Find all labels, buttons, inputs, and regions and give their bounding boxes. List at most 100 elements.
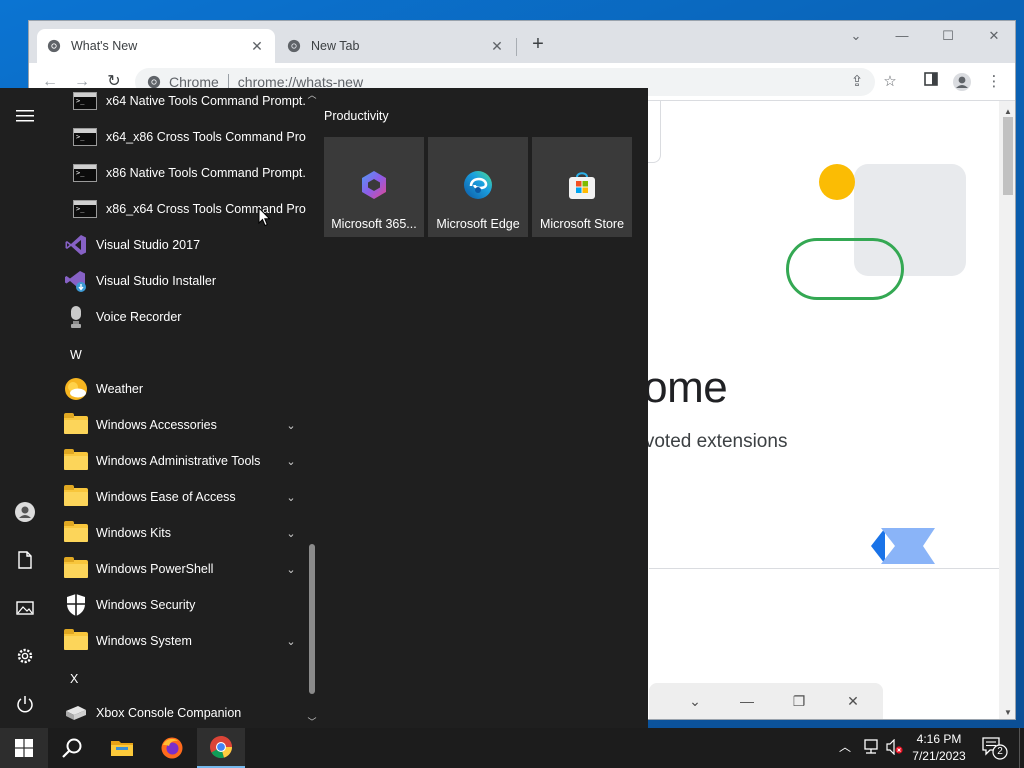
list-item[interactable]: x64_x86 Cross Tools Command Pro... bbox=[50, 119, 306, 155]
scroll-up-arrow-icon[interactable]: ▲ bbox=[999, 107, 1015, 116]
mouse-pointer-icon bbox=[258, 207, 271, 227]
weather-icon bbox=[63, 376, 89, 402]
list-item[interactable]: Visual Studio Installer bbox=[50, 263, 306, 299]
shield-icon bbox=[63, 592, 89, 618]
app-label: Windows Security bbox=[96, 598, 196, 612]
volume-muted-icon[interactable] bbox=[886, 738, 904, 758]
tile-group-title[interactable]: Productivity bbox=[324, 109, 389, 123]
user-account-icon[interactable] bbox=[11, 498, 39, 526]
tile-label: Microsoft Edge bbox=[436, 217, 520, 231]
app-label: x86 Native Tools Command Prompt... bbox=[106, 166, 306, 180]
xbox-console-icon bbox=[63, 700, 89, 726]
chevron-down-icon[interactable]: ⌄ bbox=[284, 563, 298, 576]
chevron-down-icon[interactable]: ⌄ bbox=[284, 635, 298, 648]
pictures-icon[interactable] bbox=[11, 594, 39, 622]
list-item[interactable]: x86 Native Tools Command Prompt... bbox=[50, 155, 306, 191]
list-item[interactable]: Windows Administrative Tools ⌄ bbox=[50, 443, 306, 479]
tab-close-icon[interactable]: ✕ bbox=[249, 38, 265, 55]
power-icon[interactable] bbox=[11, 690, 39, 718]
letter-header-x[interactable]: X bbox=[70, 672, 78, 686]
list-item[interactable]: Windows PowerShell ⌄ bbox=[50, 551, 306, 587]
start-rail bbox=[0, 88, 50, 728]
chevron-down-icon[interactable]: ⌄ bbox=[685, 693, 705, 711]
page-scrollbar[interactable]: ▲ ▼ bbox=[999, 101, 1015, 719]
search-button[interactable] bbox=[48, 728, 96, 768]
tile-label: Microsoft 365... bbox=[331, 217, 417, 231]
start-menu: x64 Native Tools Command Prompt... x64_x… bbox=[0, 88, 648, 728]
tab-search-chevron-icon[interactable]: ⌄ bbox=[841, 25, 871, 47]
share-icon[interactable]: ⇪ bbox=[847, 72, 867, 92]
folder-icon bbox=[63, 556, 89, 582]
chevron-down-icon[interactable]: ﹀ bbox=[306, 715, 318, 728]
app-label: x64_x86 Cross Tools Command Pro... bbox=[106, 130, 306, 144]
chrome-button[interactable] bbox=[197, 728, 245, 768]
letter-header-w[interactable]: W bbox=[70, 348, 82, 362]
tab-strip: What's New ✕ New Tab ✕ + ⌄ — ☐ ✕ bbox=[29, 21, 1015, 63]
chevron-down-icon[interactable]: ⌄ bbox=[284, 527, 298, 540]
taskbar: ︿ 4:16 PM 7/21/2023 2 bbox=[0, 728, 1024, 768]
maximize-button[interactable]: ☐ bbox=[933, 25, 963, 47]
kebab-menu-icon[interactable]: ⋮ bbox=[984, 72, 1004, 92]
cmd-icon bbox=[72, 160, 98, 186]
chevron-up-icon[interactable]: ︿ bbox=[306, 88, 318, 101]
tab-new-tab[interactable]: New Tab ✕ bbox=[277, 29, 515, 63]
scroll-down-arrow-icon[interactable]: ▼ bbox=[999, 708, 1015, 717]
action-center-button[interactable]: 2 bbox=[980, 736, 1008, 760]
close-icon[interactable]: ✕ bbox=[843, 693, 863, 711]
list-item[interactable]: Voice Recorder bbox=[50, 299, 306, 335]
system-clock[interactable]: 4:16 PM 7/21/2023 bbox=[906, 731, 972, 765]
list-item[interactable]: Windows Ease of Access ⌄ bbox=[50, 479, 306, 515]
chevron-down-icon[interactable]: ⌄ bbox=[284, 419, 298, 432]
tile-microsoft-edge[interactable]: Microsoft Edge bbox=[428, 137, 528, 237]
start-button[interactable] bbox=[0, 728, 48, 768]
app-label: Visual Studio Installer bbox=[96, 274, 216, 288]
chevron-down-icon[interactable]: ⌄ bbox=[284, 491, 298, 504]
minimize-button[interactable]: — bbox=[887, 25, 917, 47]
windows-logo-icon bbox=[15, 739, 33, 757]
tile-microsoft-365[interactable]: Microsoft 365... bbox=[324, 137, 424, 237]
restore-icon[interactable]: ❐ bbox=[789, 693, 809, 711]
profile-avatar-icon[interactable] bbox=[952, 72, 972, 92]
clock-date: 7/21/2023 bbox=[912, 749, 966, 763]
network-icon[interactable] bbox=[862, 739, 880, 758]
list-item[interactable]: Weather bbox=[50, 371, 306, 407]
app-label: Windows PowerShell bbox=[96, 562, 214, 576]
chrome-icon bbox=[210, 736, 233, 759]
tab-separator bbox=[516, 38, 517, 56]
cmd-icon bbox=[72, 196, 98, 222]
list-item[interactable]: x64 Native Tools Command Prompt... bbox=[50, 88, 306, 119]
visual-studio-icon bbox=[63, 232, 89, 258]
list-item[interactable]: Windows Kits ⌄ bbox=[50, 515, 306, 551]
scrollbar-thumb[interactable] bbox=[1003, 117, 1013, 195]
illustration-yellow-circle bbox=[819, 164, 855, 200]
bookmark-star-icon[interactable]: ☆ bbox=[880, 72, 900, 92]
microphone-icon bbox=[63, 304, 89, 330]
app-list-scrollbar[interactable]: ︿ ﹀ bbox=[306, 88, 318, 728]
scrollbar-thumb[interactable] bbox=[309, 544, 315, 694]
settings-gear-icon[interactable] bbox=[11, 642, 39, 670]
list-item[interactable]: Windows System ⌄ bbox=[50, 623, 306, 659]
list-item[interactable]: Windows Security bbox=[50, 587, 306, 623]
tile-microsoft-store[interactable]: Microsoft Store bbox=[532, 137, 632, 237]
documents-icon[interactable] bbox=[11, 546, 39, 574]
close-button[interactable]: ✕ bbox=[979, 25, 1009, 47]
hamburger-menu-icon[interactable] bbox=[11, 102, 39, 130]
firefox-button[interactable] bbox=[148, 728, 196, 768]
list-item[interactable]: Visual Studio 2017 bbox=[50, 227, 306, 263]
side-panel-icon[interactable] bbox=[921, 72, 941, 92]
tab-whats-new[interactable]: What's New ✕ bbox=[37, 29, 275, 63]
tab-close-icon[interactable]: ✕ bbox=[489, 38, 505, 55]
show-desktop-button[interactable] bbox=[1019, 728, 1024, 768]
list-item[interactable]: Xbox Console Companion bbox=[50, 695, 306, 728]
list-item[interactable]: Windows Accessories ⌄ bbox=[50, 407, 306, 443]
tray-chevron-up-icon[interactable]: ︿ bbox=[839, 738, 851, 755]
file-explorer-button[interactable] bbox=[98, 728, 146, 768]
tab-title: What's New bbox=[71, 39, 138, 53]
chrome-favicon-icon bbox=[287, 39, 301, 53]
new-tab-button[interactable]: + bbox=[527, 34, 549, 56]
app-label: Visual Studio 2017 bbox=[96, 238, 201, 252]
illustration-green-pill bbox=[786, 238, 904, 300]
search-icon bbox=[62, 738, 82, 758]
minimize-icon[interactable]: — bbox=[737, 693, 757, 711]
chevron-down-icon[interactable]: ⌄ bbox=[284, 455, 298, 468]
